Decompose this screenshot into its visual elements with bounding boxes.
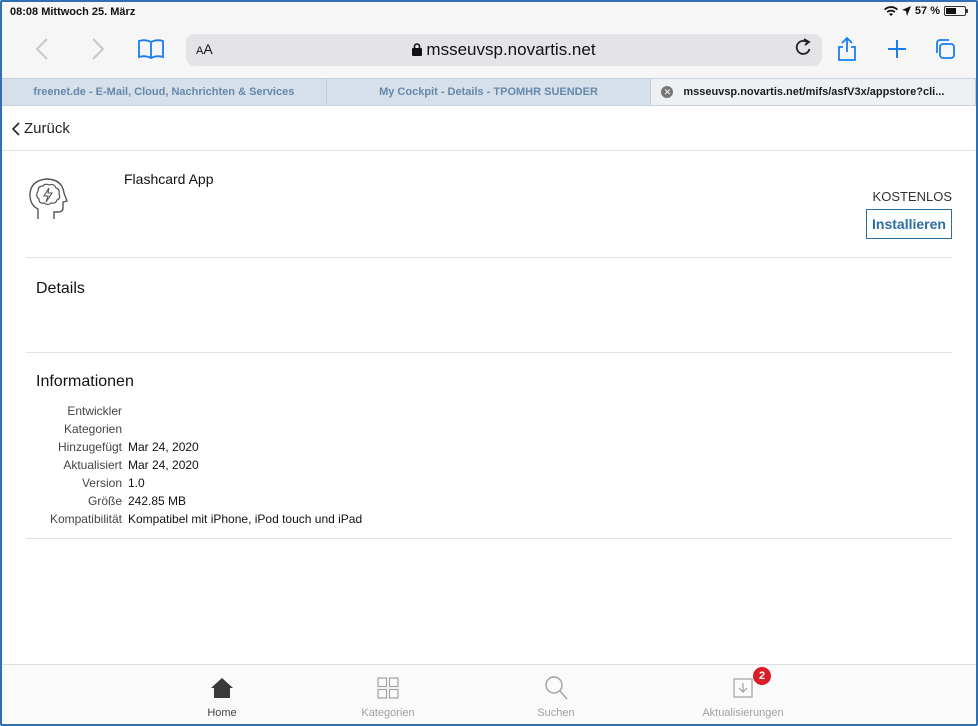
status-indicators: 57 % [883, 5, 968, 17]
info-label-version: Version [81, 476, 122, 490]
information-table: Entwickler Kategorien Hinzugefügt Mar 24… [26, 403, 362, 528]
battery-percent: 57 % [914, 5, 940, 17]
share-icon[interactable] [832, 32, 862, 66]
new-tab-icon[interactable] [882, 32, 912, 66]
bottom-tab-bar: Home Kategorien Suchen 2 Aktualisierunge… [2, 664, 976, 724]
tab-msseuvsp-active[interactable]: ✕ msseuvsp.novartis.net/mifs/asfV3x/apps… [651, 79, 976, 105]
location-arrow-icon [901, 6, 911, 16]
app-price: KOSTENLOS [872, 189, 952, 204]
app-name: Flashcard App [124, 171, 214, 187]
brain-lightning-icon [29, 178, 68, 219]
tab-my-cockpit[interactable]: My Cockpit - Details - TPOMHR SUENDER [327, 79, 652, 105]
tab-home[interactable]: Home [162, 673, 282, 719]
install-button[interactable]: Installieren [866, 209, 952, 239]
bookmarks-icon[interactable] [136, 32, 166, 66]
info-value-categories [128, 421, 362, 438]
status-time-date: 08:08 Mittwoch 25. März [10, 6, 136, 18]
lock-icon [412, 43, 423, 56]
info-label-size: Größe [87, 494, 122, 508]
status-bar: 08:08 Mittwoch 25. März 57 % [2, 2, 976, 22]
reload-icon[interactable] [794, 37, 812, 63]
tab-categories[interactable]: Kategorien [328, 673, 448, 719]
information-title: Informationen [36, 373, 134, 390]
details-section: Details [26, 258, 952, 353]
url-bar[interactable]: AA msseuvsp.novartis.net [186, 34, 822, 66]
chevron-left-icon [12, 121, 20, 136]
back-arrow-icon[interactable] [28, 32, 56, 66]
info-value-version: 1.0 [128, 476, 145, 490]
close-tab-icon[interactable]: ✕ [661, 86, 674, 98]
grid-icon [377, 677, 399, 699]
tab-updates[interactable]: 2 Aktualisierungen [683, 667, 803, 719]
browser-toolbar: AA msseuvsp.novartis.net [2, 22, 976, 78]
info-value-added: Mar 24, 2020 [128, 440, 199, 454]
details-title: Details [36, 280, 85, 297]
browser-tab-strip: freenet.de - E-Mail, Cloud, Nachrichten … [2, 78, 976, 106]
tabs-overview-icon[interactable] [930, 32, 960, 66]
info-label-developer: Entwickler [67, 404, 122, 418]
info-label-updated: Aktualisiert [63, 458, 122, 472]
search-icon [545, 676, 568, 700]
download-box-icon [733, 678, 753, 698]
updates-badge: 2 [753, 667, 771, 685]
info-label-categories: Kategorien [63, 422, 122, 436]
info-label-compatibility: Kompatibilität [49, 512, 122, 526]
info-label-added: Hinzugefügt [57, 440, 122, 454]
wifi-icon [883, 5, 898, 16]
info-value-updated: Mar 24, 2020 [128, 458, 199, 472]
home-icon [211, 678, 233, 698]
battery-icon [944, 6, 968, 16]
forward-arrow-icon[interactable] [84, 32, 112, 66]
info-value-developer [128, 403, 362, 420]
info-value-size: 242.85 MB [128, 494, 187, 508]
battery-fill [946, 8, 956, 14]
information-section: Informationen Entwickler Kategorien Hinz… [26, 353, 952, 539]
app-header: Flashcard App KOSTENLOS Installieren [26, 151, 952, 258]
page-nav-bar: Zurück [2, 106, 976, 151]
url-text: msseuvsp.novartis.net [186, 40, 822, 60]
tab-search[interactable]: Suchen [496, 673, 616, 719]
ipad-screen: 08:08 Mittwoch 25. März 57 % AA msseuvsp… [0, 0, 978, 726]
back-link[interactable]: Zurück [12, 120, 70, 137]
info-value-compatibility: Kompatibel mit iPhone, iPod touch und iP… [128, 512, 363, 526]
tab-freenet[interactable]: freenet.de - E-Mail, Cloud, Nachrichten … [2, 79, 327, 105]
